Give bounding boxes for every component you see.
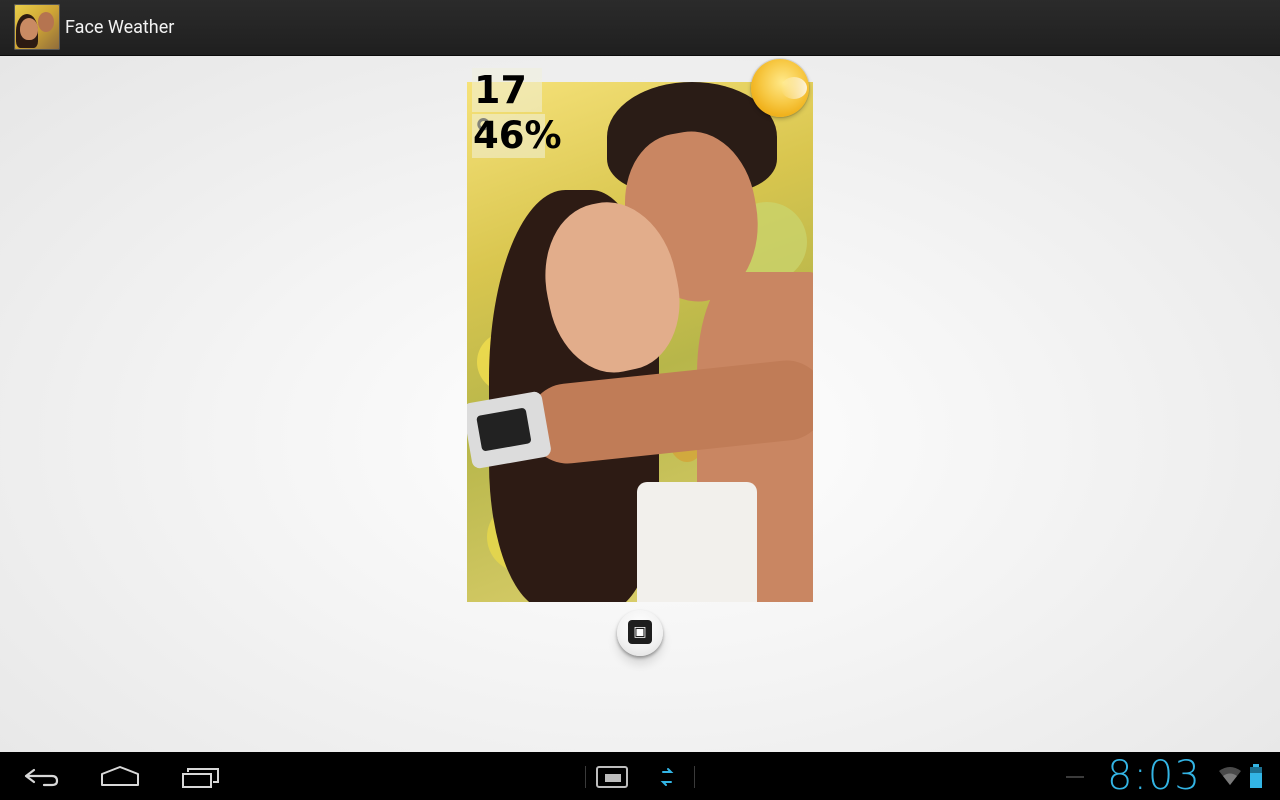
app-icon[interactable] [14, 4, 60, 50]
back-icon[interactable] [22, 765, 60, 787]
status-indicator [1066, 776, 1084, 778]
app-icon-face-woman [20, 18, 38, 40]
humidity-label: 46% [472, 114, 562, 158]
mini-app-icon[interactable] [596, 766, 628, 788]
face-photo[interactable] [467, 82, 813, 602]
wifi-icon [1219, 767, 1241, 785]
temperature-label: 17 ° [472, 68, 542, 156]
sun-icon[interactable] [751, 59, 809, 117]
home-icon[interactable] [100, 766, 140, 786]
battery-icon [1250, 764, 1262, 788]
nav-divider [585, 766, 586, 788]
photo-dress [637, 482, 757, 602]
recent-apps-icon[interactable] [182, 766, 220, 788]
status-clock[interactable]: 8:03 [1107, 754, 1217, 798]
nav-divider [694, 766, 695, 788]
photo-share-icon: ▣ [628, 620, 652, 644]
app-icon-face-man [38, 12, 54, 32]
sync-icon[interactable] [660, 766, 674, 788]
action-bar: Face Weather [0, 0, 1280, 56]
photo-camera [467, 390, 553, 470]
sun-rays [781, 77, 807, 99]
photo-share-button[interactable]: ▣ [617, 610, 663, 656]
app-title: Face Weather [65, 17, 175, 38]
